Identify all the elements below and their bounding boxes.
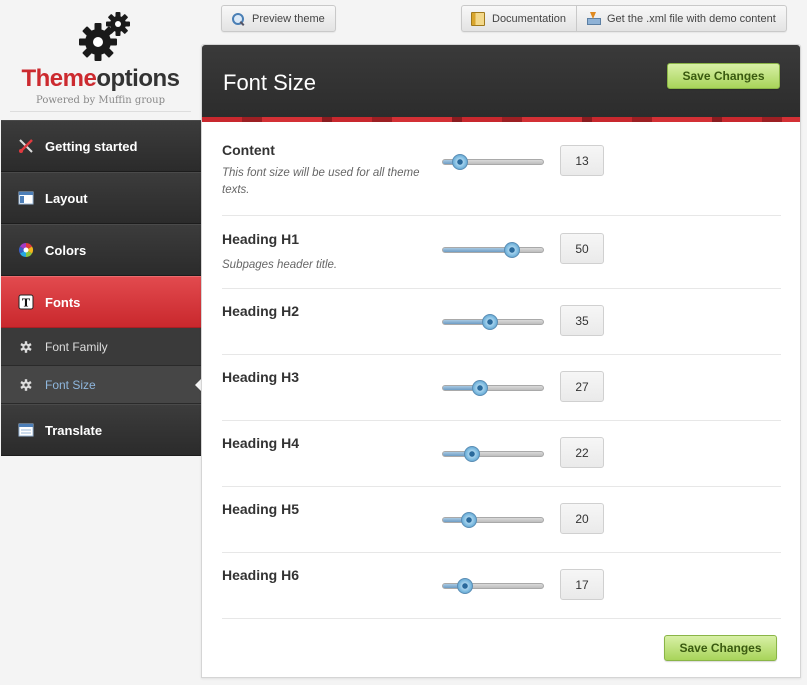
slider-handle[interactable] — [482, 314, 498, 330]
slider-handle[interactable] — [461, 512, 477, 528]
panel-header: Font Size Save Changes — [202, 45, 800, 117]
font-size-value-field[interactable]: 35 — [560, 305, 604, 336]
sidebar-item-fonts[interactable]: T Fonts — [1, 276, 201, 328]
setting-row-content: Content This font size will be used for a… — [222, 130, 781, 216]
font-size-value-field[interactable]: 17 — [560, 569, 604, 600]
setting-label: Content — [222, 142, 275, 158]
magnifier-icon — [231, 12, 245, 26]
logo-title: Themeoptions — [21, 65, 180, 92]
tools-icon — [19, 139, 33, 153]
book-icon — [471, 11, 485, 26]
sidebar-item-translate[interactable]: Translate — [1, 404, 201, 456]
setting-label: Heading H3 — [222, 369, 300, 385]
sidebar-item-label: Getting started — [45, 138, 138, 154]
gear-icon — [20, 378, 32, 391]
sidebar-subitem-label: Font Size — [45, 377, 96, 392]
setting-label: Heading H4 — [222, 435, 300, 451]
sidebar-item-colors[interactable]: Colors — [1, 224, 201, 276]
setting-label: Heading H5 — [222, 501, 300, 517]
header-stripe — [202, 117, 800, 122]
font-size-slider[interactable] — [442, 314, 544, 330]
font-size-slider[interactable] — [442, 446, 544, 462]
settings-panel: Font Size Save Changes Content This font … — [201, 44, 801, 678]
sidebar-item-label: Layout — [45, 190, 88, 206]
color-wheel-icon — [19, 243, 33, 257]
slider-fill — [443, 248, 512, 252]
setting-label: Heading H2 — [222, 303, 300, 319]
logo-divider — [10, 111, 191, 112]
setting-row-heading-h6: Heading H6 17 — [222, 553, 781, 619]
sidebar-item-layout[interactable]: Layout — [1, 172, 201, 224]
font-size-value-field[interactable]: 22 — [560, 437, 604, 468]
font-size-slider[interactable] — [442, 380, 544, 396]
download-xml-label: Get the .xml file with demo content — [607, 12, 776, 25]
slider-handle[interactable] — [504, 242, 520, 258]
sidebar-subitem-font-size[interactable]: Font Size — [1, 366, 201, 404]
font-size-value-field[interactable]: 27 — [560, 371, 604, 402]
font-size-slider[interactable] — [442, 512, 544, 528]
font-size-value-field[interactable]: 13 — [560, 145, 604, 176]
setting-description: Subpages header title. — [222, 259, 338, 271]
logo-subtitle: Powered by Muffin group — [36, 95, 165, 106]
slider-handle[interactable] — [472, 380, 488, 396]
setting-row-heading-h4: Heading H4 22 — [222, 421, 781, 487]
font-size-slider[interactable] — [442, 154, 544, 170]
slider-handle[interactable] — [457, 578, 473, 594]
documentation-label: Documentation — [492, 12, 566, 25]
gear-icon — [20, 340, 32, 353]
save-changes-button-bottom[interactable]: Save Changes — [664, 635, 777, 661]
setting-row-heading-h3: Heading H3 27 — [222, 355, 781, 421]
download-xml-button[interactable]: Get the .xml file with demo content — [576, 6, 786, 31]
setting-label: Heading H1 — [222, 231, 300, 247]
setting-row-heading-h2: Heading H2 35 — [222, 289, 781, 355]
gears-icon — [79, 12, 130, 61]
setting-row-heading-h5: Heading H5 20 — [222, 487, 781, 553]
setting-row-heading-h1: Heading H1 Subpages header title. 50 — [222, 216, 781, 289]
setting-label: Heading H6 — [222, 567, 300, 583]
slider-handle[interactable] — [464, 446, 480, 462]
preview-theme-button[interactable]: Preview theme — [221, 5, 336, 32]
sidebar-item-getting-started[interactable]: Getting started — [1, 120, 201, 172]
slider-handle[interactable] — [452, 154, 468, 170]
logo: Themeoptions Powered by Muffin group — [0, 0, 201, 118]
font-size-value-field[interactable]: 20 — [560, 503, 604, 534]
sidebar-item-label: Fonts — [45, 294, 81, 310]
sidebar-subitem-font-family[interactable]: Font Family — [1, 328, 201, 366]
save-changes-button-top[interactable]: Save Changes — [667, 63, 780, 89]
sidebar: Getting started Layout Colors T Fonts Fo… — [1, 120, 201, 456]
sidebar-item-label: Colors — [45, 242, 87, 258]
preview-theme-label: Preview theme — [252, 12, 325, 25]
sidebar-subitem-label: Font Family — [45, 339, 108, 354]
font-size-slider[interactable] — [442, 578, 544, 594]
layout-icon — [18, 191, 34, 205]
page-title: Font Size — [223, 70, 316, 95]
text-t-icon: T — [18, 294, 34, 310]
svg-text:T: T — [22, 297, 31, 310]
window-icon — [18, 423, 34, 437]
top-button-group: Documentation Get the .xml file with dem… — [461, 5, 787, 32]
font-size-slider[interactable] — [442, 242, 544, 258]
sidebar-item-label: Translate — [45, 422, 103, 438]
download-icon — [586, 11, 601, 26]
font-size-value-field[interactable]: 50 — [560, 233, 604, 264]
documentation-button[interactable]: Documentation — [462, 6, 576, 31]
setting-description: This font size will be used for all them… — [222, 167, 420, 196]
